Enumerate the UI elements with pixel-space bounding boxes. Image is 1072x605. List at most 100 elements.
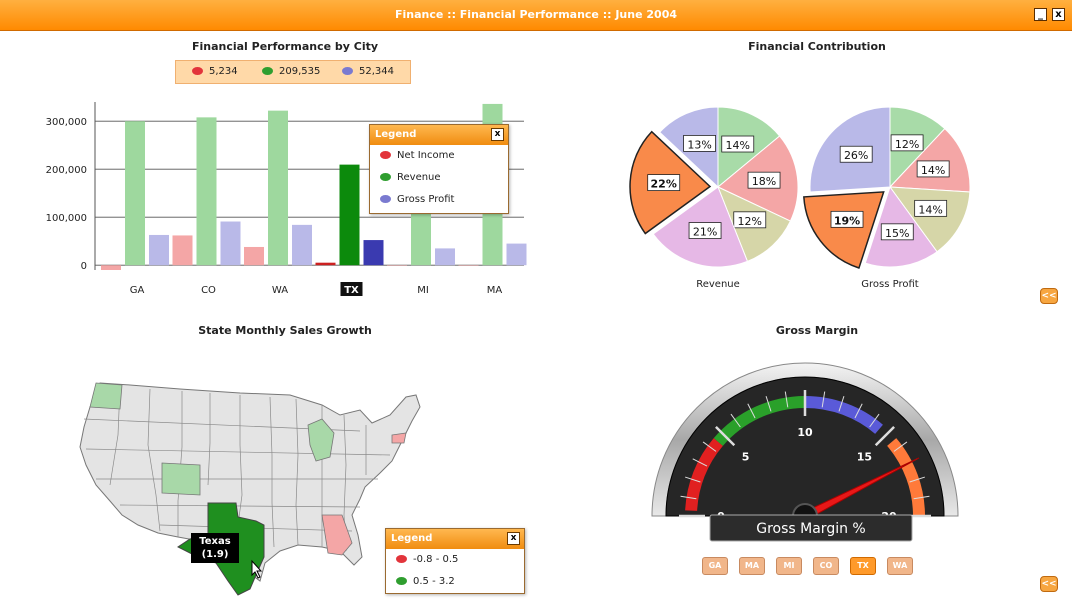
legend-strip-value: 52,344 <box>359 66 394 77</box>
gauge-scale-label: 5 <box>742 451 750 464</box>
legend-item-label: 0.5 - 3.2 <box>413 576 455 587</box>
bar-gross-profit-tx[interactable] <box>363 240 384 266</box>
x-tick-label[interactable]: TX <box>344 285 359 296</box>
x-tick-label[interactable]: MI <box>417 285 429 296</box>
x-tick-label[interactable]: GA <box>130 285 145 296</box>
slice-label: 26% <box>844 149 868 162</box>
legend-item-net-income: Net Income <box>370 145 508 167</box>
legend-strip-item-net-income: 5,234 <box>192 65 238 79</box>
legend-close-button[interactable]: x <box>491 128 504 141</box>
legend-item-label: Net Income <box>397 150 455 161</box>
green-dot-icon <box>396 577 407 585</box>
bar-revenue-ga[interactable] <box>125 121 145 266</box>
bar-net-income-tx[interactable] <box>315 262 336 266</box>
tooltip-value: (1.9) <box>201 549 229 560</box>
legend-strip-value: 209,535 <box>279 66 321 77</box>
bar-gross-profit-mi[interactable] <box>435 248 455 266</box>
slice-label: 22% <box>651 178 677 191</box>
bar-gross-profit-ga[interactable] <box>149 234 169 266</box>
tooltip-state: Texas <box>199 536 231 547</box>
legend-item-label: -0.8 - 0.5 <box>413 554 459 565</box>
bar-revenue-co[interactable] <box>196 117 217 266</box>
x-tick-label[interactable]: MA <box>487 285 503 296</box>
slice-label: 18% <box>752 175 776 188</box>
bar-revenue-tx[interactable] <box>339 164 360 266</box>
gauge-scale-label: 15 <box>857 451 872 464</box>
legend-header[interactable]: Legend x <box>386 529 524 549</box>
bar-gross-profit-ma[interactable] <box>506 243 527 266</box>
bar-legend-popup[interactable]: Legend x Net Income Revenue Gross Profit <box>369 124 509 214</box>
slice-label: 19% <box>834 214 860 227</box>
red-dot-icon <box>380 151 391 159</box>
legend-close-button[interactable]: x <box>507 532 520 545</box>
legend-title: Legend <box>391 533 433 544</box>
pie-charts: 14%18%12%21%22%13%Revenue12%14%14%15%19%… <box>629 106 971 290</box>
state-colorado[interactable] <box>161 462 201 496</box>
gauge-title: Gross Margin <box>775 324 859 337</box>
x-tick-label[interactable]: CO <box>201 285 216 296</box>
legend-strip-item-gross-profit: 52,344 <box>342 65 394 79</box>
window-title: Finance :: Financial Performance :: June… <box>394 8 678 21</box>
bar-net-income-co[interactable] <box>172 235 193 266</box>
legend-item-low: -0.8 - 0.5 <box>386 549 524 571</box>
green-dot-icon <box>262 67 273 75</box>
bar-net-income-ma[interactable] <box>458 265 479 266</box>
state-button-co[interactable]: CO <box>813 557 839 575</box>
us-map[interactable] <box>60 375 430 605</box>
pie-expand-button[interactable]: << <box>1040 288 1058 304</box>
map-tooltip: Texas (1.9) <box>191 533 239 563</box>
state-button-ma[interactable]: MA <box>739 557 765 575</box>
y-tick-label: 300,000 <box>46 117 87 128</box>
bar-revenue-wa[interactable] <box>268 110 288 266</box>
red-dot-icon <box>192 67 203 75</box>
purple-dot-icon <box>380 195 391 203</box>
legend-strip-item-revenue: 209,535 <box>262 65 320 79</box>
slice-label: 12% <box>895 138 919 151</box>
pie-caption: Revenue <box>696 279 740 290</box>
slice-label: 14% <box>918 203 942 216</box>
bar-net-income-ga[interactable] <box>101 265 121 270</box>
state-button-tx[interactable]: TX <box>850 557 876 575</box>
legend-header[interactable]: Legend x <box>370 125 508 145</box>
close-button[interactable]: x <box>1052 8 1065 21</box>
state-massachusetts[interactable] <box>391 432 407 444</box>
legend-item-revenue: Revenue <box>370 167 508 189</box>
pie-caption: Gross Profit <box>861 279 919 290</box>
legend-item-label: Revenue <box>397 172 441 183</box>
gauge-expand-button[interactable]: << <box>1040 576 1058 592</box>
slice-label: 13% <box>687 138 711 151</box>
bar-chart-title: Financial Performance by City <box>191 40 379 53</box>
bar-gross-profit-wa[interactable] <box>292 224 312 266</box>
bar-net-income-mi[interactable] <box>387 265 407 266</box>
green-dot-icon <box>380 173 391 181</box>
slice-label: 14% <box>921 164 945 177</box>
red-dot-icon <box>396 555 407 563</box>
gauge-label: Gross Margin % <box>756 521 865 537</box>
legend-item-gross-profit: Gross Profit <box>370 189 508 211</box>
slice-label: 15% <box>885 227 909 240</box>
window-titlebar: Finance :: Financial Performance :: June… <box>0 0 1072 31</box>
gross-margin-gauge: 05101520 Gross Margin % <box>651 362 959 542</box>
slice-label: 21% <box>693 226 717 239</box>
bar-gross-profit-co[interactable] <box>220 221 241 266</box>
slice-label: 14% <box>726 139 750 152</box>
legend-item-high: 0.5 - 3.2 <box>386 571 524 593</box>
map-legend-popup[interactable]: Legend x -0.8 - 0.5 0.5 - 3.2 <box>385 528 525 594</box>
pie-chart-title: Financial Contribution <box>748 40 886 53</box>
y-tick-label: 200,000 <box>46 165 87 176</box>
legend-item-label: Gross Profit <box>397 194 455 205</box>
y-tick-label: 100,000 <box>46 213 87 224</box>
legend-title: Legend <box>375 129 417 140</box>
state-button-ga[interactable]: GA <box>702 557 728 575</box>
gauge-scale-label: 10 <box>797 426 813 439</box>
state-washington[interactable] <box>89 382 123 410</box>
x-tick-label[interactable]: WA <box>272 285 288 296</box>
state-button-mi[interactable]: MI <box>776 557 802 575</box>
legend-strip-value: 5,234 <box>209 66 238 77</box>
minimize-button[interactable]: _ <box>1034 8 1047 21</box>
bar-net-income-wa[interactable] <box>244 246 264 266</box>
bar-legend-strip: 5,234 209,535 52,344 <box>175 60 411 84</box>
y-tick-label: 0 <box>81 261 87 272</box>
purple-dot-icon <box>342 67 353 75</box>
state-button-wa[interactable]: WA <box>887 557 913 575</box>
